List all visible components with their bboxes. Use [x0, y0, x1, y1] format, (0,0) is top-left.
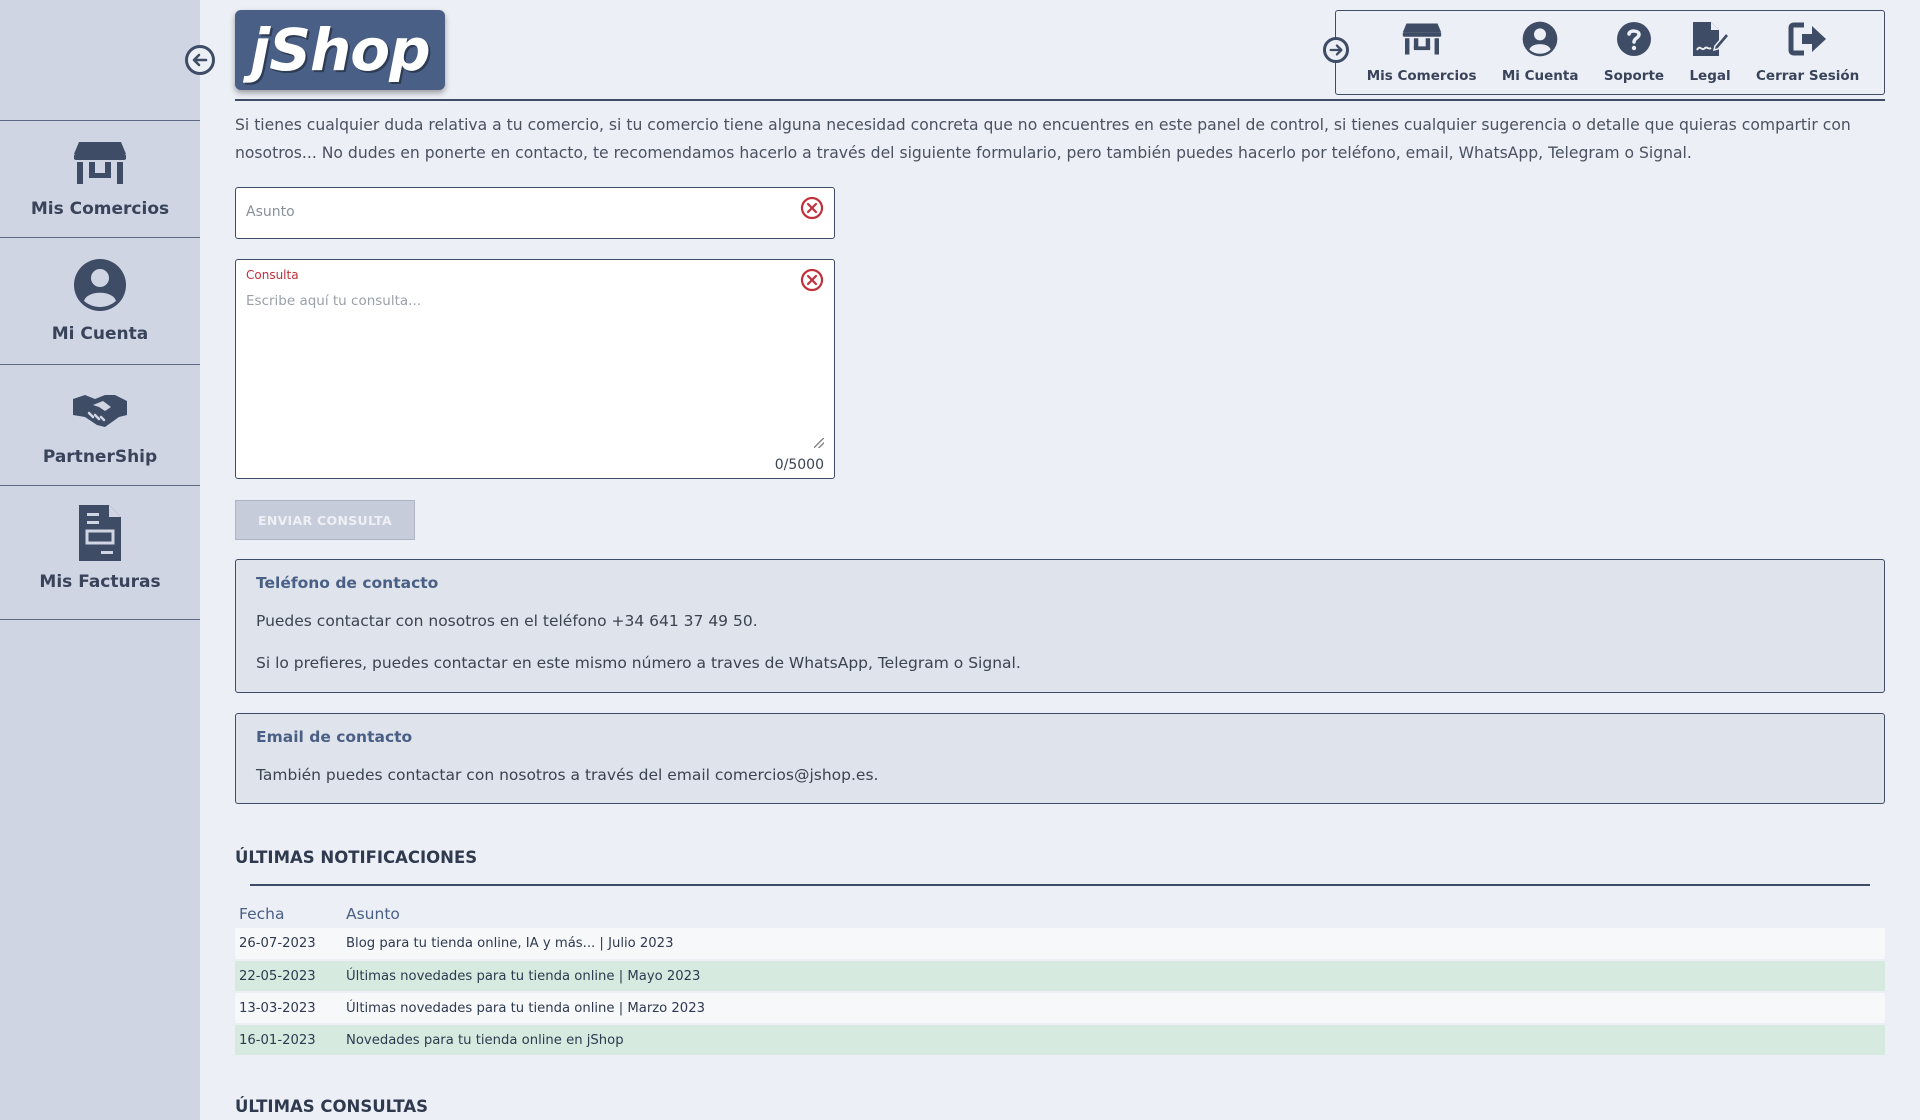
- main-content: Si tienes cualquier duda relativa a tu c…: [235, 112, 1885, 1116]
- sidebar-item-mi-cuenta[interactable]: Mi Cuenta: [0, 238, 200, 365]
- collapse-sidebar-button[interactable]: [185, 45, 215, 75]
- top-nav-label: Mi Cuenta: [1501, 68, 1579, 84]
- phone-card-title: Teléfono de contacto: [256, 574, 439, 592]
- row-date: 26-07-2023: [235, 928, 342, 961]
- row-subject: Últimas novedades para tu tienda online …: [342, 960, 1885, 993]
- intro-text: Si tienes cualquier duda relativa a tu c…: [235, 116, 1851, 162]
- sidebar-item-label: Mis Comercios: [30, 199, 170, 219]
- phone-contact-card: Teléfono de contacto Puedes contactar co…: [235, 559, 1885, 693]
- user-circle-icon: [1522, 18, 1558, 60]
- question-circle-icon: [1616, 18, 1652, 60]
- invoice-icon: [77, 500, 123, 566]
- asunto-input[interactable]: [246, 204, 786, 220]
- user-circle-icon: [73, 252, 127, 318]
- expand-nav-button[interactable]: [1323, 37, 1349, 63]
- sidebar-item-label: Mis Facturas: [39, 572, 161, 592]
- column-header-asunto: Asunto: [346, 905, 400, 923]
- scrollbar[interactable]: [1912, 0, 1920, 1120]
- signed-document-icon: [1691, 18, 1730, 60]
- table-header-row: Fecha Asunto: [235, 902, 1885, 928]
- arrow-left-icon: [192, 53, 208, 67]
- consulta-field[interactable]: Consulta 0/5000: [235, 259, 835, 479]
- row-date: 22-05-2023: [235, 960, 342, 993]
- top-nav-label: Soporte: [1603, 68, 1665, 84]
- row-subject: Novedades para tu tienda online en jShop: [342, 1024, 1885, 1057]
- top-nav-soporte[interactable]: Soporte: [1604, 11, 1664, 94]
- sidebar: Mis Comercios Mi Cuenta PartnerShip Mis …: [0, 0, 200, 1120]
- logo[interactable]: jShop: [235, 10, 445, 90]
- send-query-button[interactable]: ENVIAR CONSULTA: [235, 500, 415, 540]
- table-row[interactable]: 13-03-2023 Últimas novedades para tu tie…: [235, 992, 1885, 1025]
- top-nav-label: Legal: [1689, 68, 1731, 84]
- notifications-table: Fecha Asunto 26-07-2023 Blog para tu tie…: [235, 902, 1885, 1057]
- row-date: 13-03-2023: [235, 992, 342, 1025]
- sidebar-item-mis-facturas[interactable]: Mis Facturas: [0, 486, 200, 620]
- store-icon: [1402, 18, 1442, 60]
- table-row[interactable]: 16-01-2023 Novedades para tu tienda onli…: [235, 1024, 1885, 1057]
- queries-title: ÚLTIMAS CONSULTAS: [235, 1097, 429, 1116]
- column-header-fecha: Fecha: [239, 905, 285, 923]
- clear-icon[interactable]: [800, 268, 824, 292]
- consulta-label: Consulta: [246, 268, 299, 282]
- row-date: 16-01-2023: [235, 1024, 342, 1057]
- resize-handle[interactable]: [814, 438, 824, 448]
- email-card-text: También puedes contactar con nosotros a …: [256, 766, 879, 784]
- character-counter: 0/5000: [774, 457, 824, 473]
- arrow-right-icon: [1329, 44, 1343, 56]
- store-icon: [73, 133, 127, 193]
- row-subject: Últimas novedades para tu tienda online …: [342, 992, 1885, 1025]
- phone-card-text-secondary: Si lo prefieres, puedes contactar en est…: [256, 654, 1021, 672]
- email-card-title: Email de contacto: [256, 728, 413, 746]
- sidebar-item-mis-comercios[interactable]: Mis Comercios: [0, 121, 200, 238]
- sidebar-item-label: PartnerShip: [42, 447, 158, 467]
- top-nav-mi-cuenta[interactable]: Mi Cuenta: [1502, 11, 1579, 94]
- sidebar-nav: Mis Comercios Mi Cuenta PartnerShip Mis …: [0, 120, 200, 620]
- top-nav-cerrar-sesion[interactable]: Cerrar Sesión: [1756, 11, 1859, 94]
- handshake-icon: [71, 377, 129, 441]
- sidebar-item-partnership[interactable]: PartnerShip: [0, 365, 200, 486]
- table-row[interactable]: 22-05-2023 Últimas novedades para tu tie…: [235, 960, 1885, 993]
- logo-text: jShop: [250, 16, 430, 84]
- row-subject: Blog para tu tienda online, IA y más... …: [342, 928, 1885, 961]
- logout-icon: [1788, 18, 1828, 60]
- asunto-field[interactable]: [235, 187, 835, 239]
- top-nav-mis-comercios[interactable]: Mis Comercios: [1367, 11, 1477, 94]
- phone-card-text: Puedes contactar con nosotros en el telé…: [256, 612, 758, 630]
- header-divider: [235, 99, 1885, 101]
- consulta-textarea[interactable]: [246, 293, 821, 443]
- table-row[interactable]: 26-07-2023 Blog para tu tienda online, I…: [235, 928, 1885, 961]
- notifications-divider: [250, 884, 1870, 886]
- notifications-title: ÚLTIMAS NOTIFICACIONES: [235, 848, 478, 867]
- top-nav-label: Cerrar Sesión: [1756, 68, 1860, 84]
- sidebar-item-label: Mi Cuenta: [51, 324, 149, 344]
- top-nav-label: Mis Comercios: [1366, 68, 1477, 84]
- email-contact-card: Email de contacto También puedes contact…: [235, 713, 1885, 804]
- top-nav-legal[interactable]: Legal: [1689, 11, 1731, 94]
- top-nav: Mis Comercios Mi Cuenta Soporte Legal Ce…: [1335, 10, 1885, 95]
- clear-icon[interactable]: [800, 196, 824, 220]
